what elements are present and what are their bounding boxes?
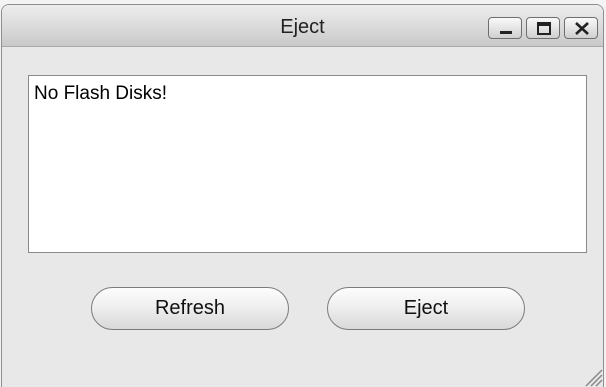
maximize-button[interactable]	[526, 17, 560, 39]
refresh-button[interactable]: Refresh	[91, 287, 289, 330]
maximize-icon	[537, 22, 551, 35]
content-panel: No Flash Disks! Refresh Eject	[2, 47, 603, 387]
minimize-button[interactable]	[488, 17, 522, 39]
close-icon	[575, 22, 589, 35]
minimize-icon	[500, 31, 512, 34]
close-button[interactable]	[564, 17, 598, 39]
list-item[interactable]: No Flash Disks!	[34, 83, 167, 105]
title-bar[interactable]: Eject	[2, 5, 603, 47]
eject-window: Eject No Flash Disks! Refresh Eject	[1, 4, 604, 387]
eject-button[interactable]: Eject	[327, 287, 525, 330]
flash-disk-list[interactable]: No Flash Disks!	[28, 75, 587, 253]
resize-grip-icon[interactable]	[581, 365, 603, 387]
